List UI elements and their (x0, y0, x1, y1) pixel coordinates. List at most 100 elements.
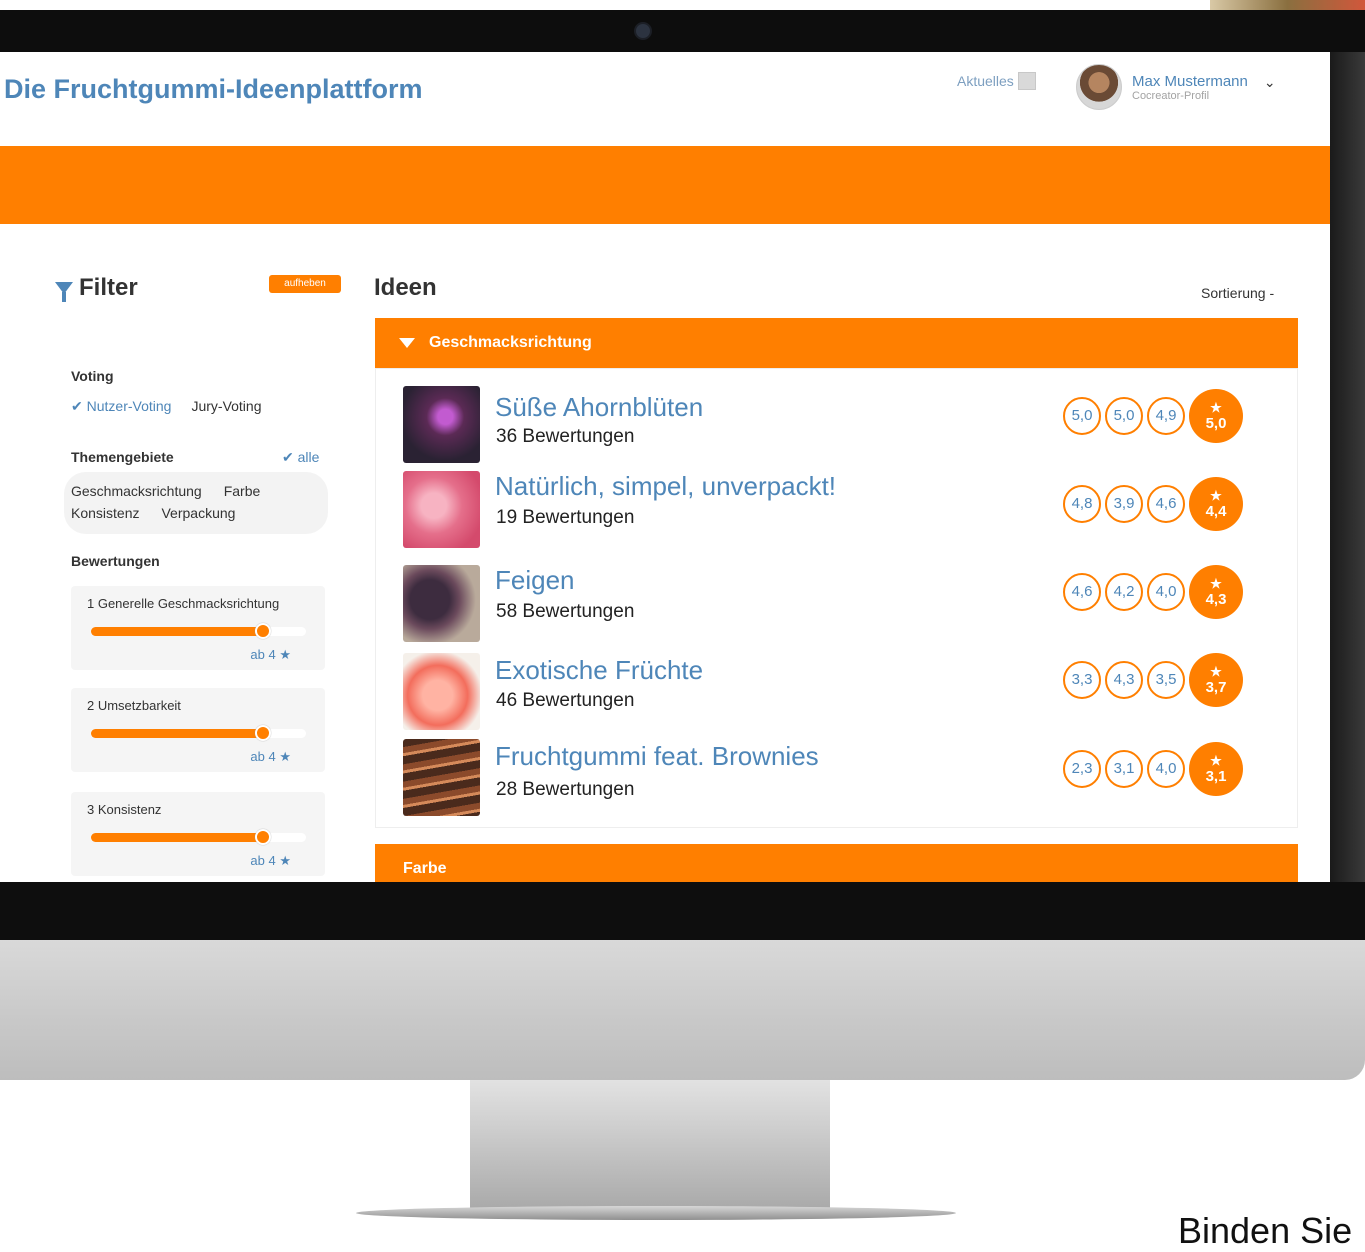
news-label: Aktuelles (957, 73, 1014, 89)
score-circle: 5,0 (1063, 397, 1101, 435)
caret-down-icon (399, 338, 415, 348)
idea-scores: 2,3 3,1 4,0 ★ 3,1 (1063, 742, 1243, 796)
camera-icon (634, 22, 652, 40)
site-title[interactable]: Die Fruchtgummi-Ideenplattform (4, 74, 423, 105)
idea-scores: 5,0 5,0 4,9 ★ 5,0 (1063, 389, 1243, 443)
topic-verpackung[interactable]: Verpackung (161, 505, 235, 521)
slider-handle[interactable] (255, 829, 271, 845)
topic-konsistenz[interactable]: Konsistenz (71, 505, 139, 521)
rating-min-label: ab 4 ★ (250, 749, 291, 764)
idea-title[interactable]: Fruchtgummi feat. Brownies (495, 741, 819, 772)
idea-thumbnail (403, 565, 480, 642)
total-score-value: 5,0 (1205, 415, 1227, 432)
voting-heading: Voting (71, 368, 114, 384)
idea-scores: 4,6 4,2 4,0 ★ 4,3 (1063, 565, 1243, 619)
funnel-icon (55, 282, 73, 302)
idea-item[interactable]: Feigen 58 Bewertungen 4,6 4,2 4,0 ★ 4,3 (403, 565, 1283, 643)
topic-geschmacksrichtung[interactable]: Geschmacksrichtung (71, 483, 202, 499)
total-score-badge: ★ 4,3 (1189, 565, 1243, 619)
slider-handle[interactable] (255, 725, 271, 741)
rating-filter-label: 1 Generelle Geschmacksrichtung (87, 596, 280, 611)
voting-option-jury[interactable]: Jury-Voting (191, 398, 261, 415)
idea-item[interactable]: Natürlich, simpel, unverpackt! 19 Bewert… (403, 471, 1283, 549)
rating-slider[interactable] (91, 725, 306, 741)
reset-filter-button[interactable]: aufheben (269, 275, 341, 293)
notification-badge-icon (1017, 72, 1036, 90)
total-score-badge: ★ 3,7 (1189, 653, 1243, 707)
category-title: Geschmacksrichtung (429, 334, 592, 351)
score-circle: 4,0 (1147, 750, 1185, 788)
user-menu[interactable]: Max Mustermann Cocreator-Profil ⌄ (1076, 64, 1276, 110)
category-header-farbe[interactable]: Farbe (375, 844, 1298, 882)
idea-scores: 4,8 3,9 4,6 ★ 4,4 (1063, 477, 1243, 531)
news-link[interactable]: Aktuelles (957, 72, 1036, 90)
score-circle: 4,0 (1147, 573, 1185, 611)
rating-slider[interactable] (91, 829, 306, 845)
caption-text: Binden Sie (1178, 1210, 1353, 1251)
idea-title[interactable]: Natürlich, simpel, unverpackt! (495, 471, 836, 502)
score-circle: 4,9 (1147, 397, 1185, 435)
score-circle: 3,5 (1147, 661, 1185, 699)
idea-title[interactable]: Exotische Früchte (495, 655, 703, 686)
sort-dropdown[interactable]: Sortierung - (1201, 285, 1274, 301)
filter-label: Filter (79, 274, 138, 301)
monitor-bottom-bezel (0, 882, 1365, 940)
rating-filter-2: 2 Umsetzbarkeit ab 4 ★ (71, 688, 325, 772)
score-circle: 4,8 (1063, 485, 1101, 523)
idea-item[interactable]: Fruchtgummi feat. Brownies 28 Bewertunge… (403, 739, 1283, 817)
idea-rating-count: 46 Bewertungen (496, 690, 635, 711)
rating-filter-label: 3 Konsistenz (87, 802, 162, 817)
topics-heading: Themengebiete (71, 449, 174, 465)
ratings-heading: Bewertungen (71, 553, 160, 569)
score-circle: 4,2 (1105, 573, 1143, 611)
idea-thumbnail (403, 739, 480, 816)
check-icon: ✔ (71, 398, 83, 414)
idea-item[interactable]: Süße Ahornblüten 36 Bewertungen 5,0 5,0 … (403, 386, 1283, 464)
rating-filter-1: 1 Generelle Geschmacksrichtung ab 4 ★ (71, 586, 325, 670)
idea-rating-count: 58 Bewertungen (496, 601, 635, 622)
topic-farbe[interactable]: Farbe (224, 483, 261, 499)
idea-rating-count: 19 Bewertungen (496, 507, 635, 528)
rating-min-label: ab 4 ★ (250, 647, 291, 662)
total-score-value: 4,4 (1205, 503, 1227, 520)
user-name: Max Mustermann (1132, 72, 1248, 90)
user-info: Max Mustermann Cocreator-Profil (1132, 73, 1248, 102)
score-circle: 3,3 (1063, 661, 1101, 699)
score-circle: 3,1 (1105, 750, 1143, 788)
topics-select-all[interactable]: ✔ alle (282, 449, 319, 466)
total-score-value: 4,3 (1205, 591, 1227, 608)
idea-title[interactable]: Süße Ahornblüten (495, 392, 703, 423)
idea-item[interactable]: Exotische Früchte 46 Bewertungen 3,3 4,3… (403, 653, 1283, 731)
voting-option-user-label: Nutzer-Voting (86, 398, 172, 414)
header-banner (0, 146, 1330, 224)
rating-slider-fill (91, 729, 263, 738)
rating-slider-fill (91, 627, 263, 636)
voting-option-user[interactable]: ✔ Nutzer-Voting (71, 398, 171, 415)
user-role: Cocreator-Profil (1132, 89, 1210, 102)
total-score-badge: ★ 4,4 (1189, 477, 1243, 531)
score-circle: 4,6 (1063, 573, 1101, 611)
voting-options: ✔ Nutzer-Voting Jury-Voting (71, 398, 262, 415)
rating-min-label: ab 4 ★ (250, 853, 291, 868)
rating-filter-3: 3 Konsistenz ab 4 ★ (71, 792, 325, 876)
monitor-right-edge (1330, 52, 1365, 882)
monitor-foot (356, 1206, 956, 1220)
category-header-geschmacksrichtung[interactable]: Geschmacksrichtung (375, 318, 1298, 368)
slider-handle[interactable] (255, 623, 271, 639)
background-artwork (1210, 0, 1365, 10)
score-circle: 3,9 (1105, 485, 1143, 523)
idea-thumbnail (403, 471, 480, 548)
monitor-chin (0, 940, 1365, 1080)
chevron-down-icon[interactable]: ⌄ (1264, 74, 1276, 91)
avatar (1076, 64, 1122, 110)
app-screen: Die Fruchtgummi-Ideenplattform Aktuelles… (0, 52, 1330, 882)
idea-title[interactable]: Feigen (495, 565, 575, 596)
monitor-stand (470, 1080, 830, 1210)
rating-slider[interactable] (91, 623, 306, 639)
score-circle: 4,3 (1105, 661, 1143, 699)
score-circle: 2,3 (1063, 750, 1101, 788)
idea-scores: 3,3 4,3 3,5 ★ 3,7 (1063, 653, 1243, 707)
idea-rating-count: 36 Bewertungen (496, 426, 635, 447)
ideas-title: Ideen (374, 274, 437, 301)
total-score-badge: ★ 3,1 (1189, 742, 1243, 796)
